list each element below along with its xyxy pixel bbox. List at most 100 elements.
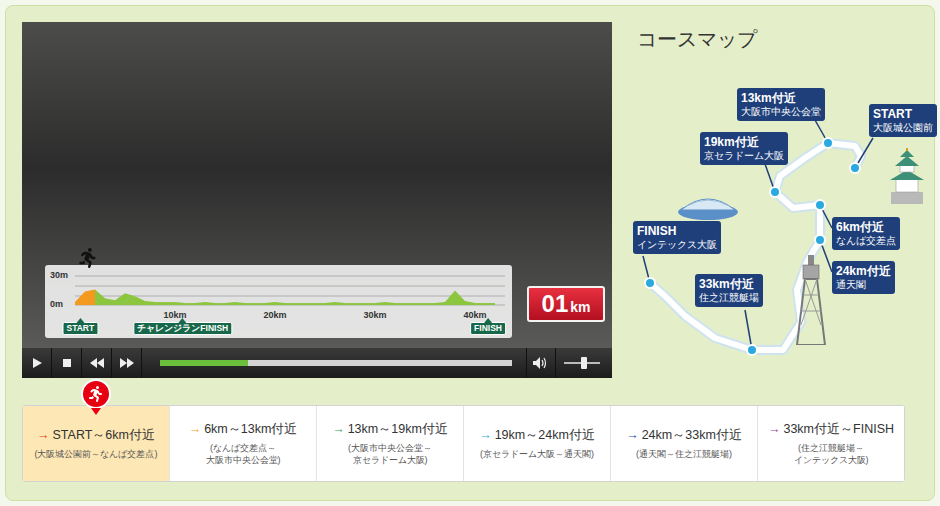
grid-line xyxy=(75,296,505,297)
elevation-segment xyxy=(455,290,465,305)
speaker-icon xyxy=(533,357,549,369)
course-map-panel: コースマップSTART大阪城公園前6km付近なんば交差点13km付近大阪市中央公… xyxy=(612,22,934,378)
play-icon xyxy=(31,357,43,369)
segment-subtitle: (通天閣～住之江競艇場) xyxy=(636,448,732,460)
grid-line xyxy=(75,286,505,287)
elevation-segment xyxy=(465,301,475,305)
pin-label[interactable]: 33km付近住之江競艇場 xyxy=(695,274,763,307)
distance-badge: 01km xyxy=(527,286,605,322)
stop-button[interactable] xyxy=(52,348,82,378)
elevation-segment xyxy=(325,302,335,305)
segment-subtitle: (大阪市中央公会堂～京セラドーム大阪) xyxy=(348,442,432,466)
arrow-icon: → xyxy=(479,428,492,442)
elevation-segment xyxy=(355,303,365,305)
elevation-segment xyxy=(205,302,215,305)
x-tick: 20km xyxy=(263,310,286,320)
runner-icon xyxy=(78,248,98,268)
volume-button[interactable] xyxy=(526,348,556,378)
elevation-segment xyxy=(375,302,385,305)
elevation-segment xyxy=(105,298,115,305)
pin-dot[interactable] xyxy=(815,235,825,245)
elevation-segment xyxy=(345,303,355,305)
segment-tab[interactable]: →13km～19km付近 (大阪市中央公会堂～京セラドーム大阪) xyxy=(316,406,463,481)
pin-dot[interactable] xyxy=(823,138,833,148)
elevation-segment xyxy=(155,302,165,305)
segment-tab[interactable]: →24km～33km付近 (通天閣～住之江競艇場) xyxy=(610,406,757,481)
elevation-segment xyxy=(285,303,295,305)
elevation-segment xyxy=(275,302,285,305)
segment-title: →START～6km付近 xyxy=(37,427,155,444)
elevation-segment xyxy=(225,302,235,305)
pin-dot[interactable] xyxy=(850,163,860,173)
elevation-segment xyxy=(125,293,135,305)
elevation-segment xyxy=(195,302,205,305)
y-tick: 30m xyxy=(50,270,68,280)
elevation-chart: 30m0m10km20km30km40kmSTARTチャレンジランFINISHF… xyxy=(45,265,512,338)
segment-tab[interactable]: →6km～13km付近(なんば交差点～大阪市中央公会堂) xyxy=(169,406,316,481)
segment-tab[interactable]: →33km付近～FINISH(住之江競艇場～インテックス大阪) xyxy=(757,406,904,481)
elevation-segment xyxy=(85,289,95,305)
course-marker: START xyxy=(63,322,99,335)
elevation-segment xyxy=(145,301,155,305)
segment-tab[interactable]: →START～6km付近(大阪城公園前～なんば交差点) xyxy=(23,406,169,481)
elevation-segment xyxy=(135,296,145,305)
pin-dot[interactable] xyxy=(770,187,780,197)
segment-tab[interactable]: →19km～24km付近 (京セラドーム大阪～通天閣) xyxy=(463,406,610,481)
pin-label[interactable]: START大阪城公園前 xyxy=(869,104,937,137)
elevation-segment xyxy=(395,303,405,305)
course-panel: 30m0m10km20km30km40kmSTARTチャレンジランFINISHF… xyxy=(5,5,935,501)
elevation-segment xyxy=(385,302,395,305)
segment-title: →24km～33km付近 xyxy=(626,427,742,444)
elevation-segment xyxy=(295,303,305,305)
pin-label[interactable]: FINISHインテックス大阪 xyxy=(633,221,721,254)
elevation-segment xyxy=(425,303,435,305)
y-tick: 0m xyxy=(50,299,63,309)
arrow-icon: → xyxy=(626,428,639,442)
elevation-segment xyxy=(255,303,265,305)
segment-subtitle: (京セラドーム大阪～通天閣) xyxy=(480,448,594,460)
rewind-icon xyxy=(90,358,104,368)
pin-label[interactable]: 6km付近なんば交差点 xyxy=(832,217,900,250)
volume-slider[interactable] xyxy=(564,362,600,364)
castle-icon xyxy=(887,148,927,204)
page: 30m0m10km20km30km40kmSTARTチャレンジランFINISHF… xyxy=(0,0,940,506)
elevation-segment xyxy=(265,302,275,305)
elevation-segment xyxy=(475,303,485,305)
video-player: 30m0m10km20km30km40kmSTARTチャレンジランFINISHF… xyxy=(22,22,612,378)
arrow-icon: → xyxy=(332,422,345,436)
course-marker: FINISH xyxy=(470,322,506,335)
pin-dot[interactable] xyxy=(645,278,655,288)
pin-dot[interactable] xyxy=(815,200,825,210)
course-marker: チャレンジランFINISH xyxy=(133,322,232,335)
forward-icon xyxy=(120,358,134,368)
elevation-segment xyxy=(115,293,125,305)
elevation-segment xyxy=(175,302,185,305)
elevation-segment xyxy=(435,302,445,305)
pin-label[interactable]: 19km付近京セラドーム大阪 xyxy=(700,132,788,165)
segment-title: →6km～13km付近 xyxy=(189,421,298,438)
progress-bar[interactable] xyxy=(160,360,512,366)
play-button[interactable] xyxy=(22,348,52,378)
elevation-segment xyxy=(95,289,105,305)
volume-knob[interactable] xyxy=(581,357,587,369)
x-tick: 30km xyxy=(363,310,386,320)
elevation-segment xyxy=(405,303,415,305)
arrow-icon: → xyxy=(768,422,781,436)
segment-tabs: →START～6km付近(大阪城公園前～なんば交差点)→6km～13km付近(な… xyxy=(22,405,905,482)
arrow-icon: → xyxy=(37,428,50,442)
elevation-segment xyxy=(75,291,85,305)
pin-label[interactable]: 13km付近大阪市中央公会堂 xyxy=(737,88,825,121)
forward-button[interactable] xyxy=(112,348,142,378)
segment-title: →33km付近～FINISH xyxy=(768,421,894,438)
tower-icon xyxy=(795,255,827,345)
elevation-segment xyxy=(485,303,495,305)
segment-title: →19km～24km付近 xyxy=(479,427,595,444)
elevation-segment xyxy=(235,302,245,305)
rewind-button[interactable] xyxy=(82,348,112,378)
progress-fill xyxy=(160,360,248,366)
pin-dot[interactable] xyxy=(747,345,757,355)
video-frame[interactable]: 30m0m10km20km30km40kmSTARTチャレンジランFINISHF… xyxy=(22,22,612,348)
segment-title: →13km～19km付近 xyxy=(332,421,448,438)
pin-label[interactable]: 24km付近通天閣 xyxy=(832,261,895,294)
stop-icon xyxy=(62,358,72,368)
